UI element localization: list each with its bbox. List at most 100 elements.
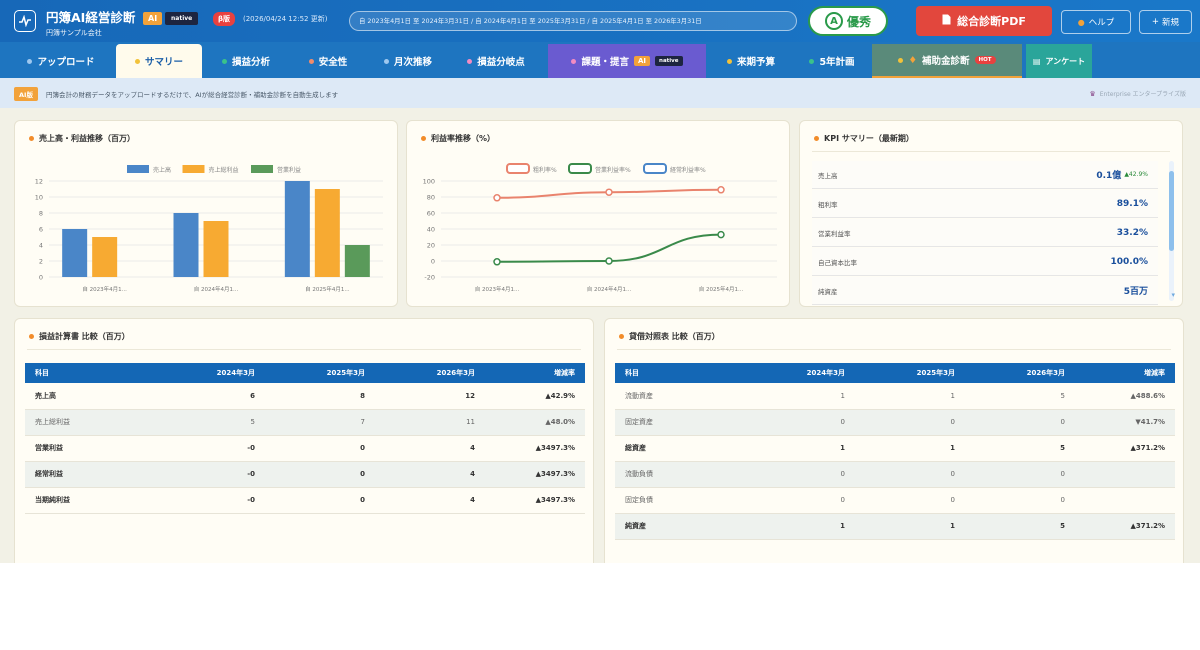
data-point: [493, 258, 501, 266]
tab-label: 来期予算: [736, 57, 775, 68]
kpi-item: 自己資本比率 100.0%: [812, 248, 1158, 276]
tab-dot-icon: [571, 58, 577, 64]
data-point: [605, 188, 613, 196]
column-header[interactable]: 増減率: [485, 363, 585, 383]
table-cell: -0: [155, 487, 265, 514]
table-row: 流動負債 0 0 0: [615, 461, 1175, 488]
table-cell: 1: [855, 513, 965, 540]
scroll-down-icon[interactable]: ▾: [1171, 291, 1175, 299]
pdf-export-button[interactable]: 総合診断PDF: [916, 6, 1052, 36]
document-icon: [942, 14, 951, 28]
table-cell: 1: [855, 435, 965, 462]
tab-issues[interactable]: 課題・提言 AI native: [548, 44, 706, 78]
tab-label: 安全性: [318, 57, 348, 68]
tab-dot-icon: [467, 58, 473, 64]
help-label: ヘルプ: [1088, 18, 1115, 28]
y-tick-label: -20: [424, 274, 435, 282]
title-dot-icon: [29, 334, 34, 339]
table-cell: 0: [965, 487, 1075, 514]
scroll-thumb[interactable]: [1169, 171, 1174, 251]
y-tick-label: 10: [35, 194, 43, 202]
table-header-row: 科目 2024年3月 2025年3月 2026年3月 増減率: [615, 363, 1175, 383]
y-tick-label: 100: [423, 178, 435, 186]
row-label: 流動資産: [615, 383, 745, 410]
y-tick-label: 40: [427, 226, 435, 234]
column-header[interactable]: 科目: [25, 363, 155, 383]
table-header-row: 科目 2024年3月 2025年3月 2026年3月 増減率: [25, 363, 585, 383]
y-tick-label: 6: [39, 226, 43, 234]
help-button[interactable]: ● ヘルプ: [1061, 10, 1131, 34]
tab-label: 5年計画: [819, 57, 855, 68]
bar: [173, 213, 199, 277]
data-point: [717, 230, 725, 239]
legend-swatch: [127, 165, 149, 173]
tab-monthly[interactable]: 月次推移: [370, 44, 446, 78]
tab-budget[interactable]: 来期予算: [710, 44, 792, 78]
kpi-item: 純資産 5百万: [812, 277, 1158, 305]
row-label: 固定資産: [615, 409, 745, 436]
company-name: 円簿サンプル会社: [46, 29, 102, 37]
kpi-list[interactable]: 売上高 0.1億 ▲42.9% 粗利率 89.1% 営業利益率 33.2% 自己資本比率 100…: [812, 161, 1158, 306]
table-row: 売上高 6 8 12 ▲42.9%: [25, 383, 585, 410]
table-cell: 1: [745, 435, 855, 462]
new-button[interactable]: + 新規: [1139, 10, 1192, 34]
tab-label: アンケート: [1045, 56, 1086, 66]
tab-label: 損益分岐点: [477, 57, 525, 68]
table-cell: 4: [375, 461, 485, 488]
tab-5year-plan[interactable]: 5年計画: [796, 44, 868, 78]
kpi-item: 粗利率 89.1%: [812, 190, 1158, 218]
tab-pl-analysis[interactable]: 損益分析: [206, 44, 286, 78]
tab-dot-icon: [221, 58, 227, 64]
grade-badge[interactable]: A 優秀: [808, 6, 888, 36]
kpi-title: KPI サマリー（最新期）: [824, 134, 914, 143]
kpi-label: 営業利益率: [818, 229, 851, 238]
tab-upload[interactable]: アップロード: [10, 44, 112, 78]
tab-breakeven[interactable]: 損益分岐点: [450, 44, 542, 78]
table-cell: 5: [965, 513, 1075, 540]
table-row: 経常利益 -0 0 4 ▲3497.3%: [25, 461, 585, 488]
table-row: 営業利益 -0 0 4 ▲3497.3%: [25, 435, 585, 462]
column-header[interactable]: 2025年3月: [265, 363, 375, 383]
legend-label: 売上高: [153, 166, 171, 174]
tab-safety[interactable]: 安全性: [290, 44, 366, 78]
table-row: 純資産 1 1 5 ▲371.2%: [615, 513, 1175, 540]
sales-profit-chart: 売上高 売上総利益 営業利益 0 2 4 6 8 10 12 自 2023年4月1... 自 2024…: [35, 165, 383, 293]
change-rate: ▲488.6%: [1075, 383, 1175, 410]
ai-badge: AI: [143, 12, 163, 25]
x-tick-label: 自 2024年4月1...: [194, 285, 239, 293]
kpi-scrollbar[interactable]: [1169, 161, 1174, 301]
pl-comparison-card: 損益計算書 比較（百万） 科目 2024年3月 2025年3月 2026年3月 増減率売…: [14, 318, 594, 563]
y-tick-label: 2: [39, 258, 43, 266]
column-header[interactable]: 2025年3月: [855, 363, 965, 383]
table-cell: 4: [375, 435, 485, 462]
table-cell: 0: [745, 487, 855, 514]
row-label: 純資産: [615, 513, 745, 540]
updated-timestamp: (2026/04/24 12:52 更新): [243, 15, 328, 23]
column-header[interactable]: 2026年3月: [375, 363, 485, 383]
card-title: 損益計算書 比較（百万）: [29, 331, 130, 342]
column-header[interactable]: 科目: [615, 363, 745, 383]
column-header[interactable]: 2024年3月: [745, 363, 855, 383]
fire-icon: ♦: [908, 54, 917, 66]
table-cell: 11: [375, 409, 485, 436]
table-cell: 4: [375, 487, 485, 514]
beta-badge: β版: [213, 12, 236, 26]
column-header[interactable]: 2024年3月: [155, 363, 265, 383]
divider: [812, 151, 1170, 152]
kpi-label: 純資産: [818, 287, 838, 296]
tab-summary[interactable]: サマリー: [116, 44, 202, 78]
tab-survey[interactable]: ▤ アンケート: [1026, 44, 1092, 78]
table-cell: -0: [155, 461, 265, 488]
column-header[interactable]: 増減率: [1075, 363, 1175, 383]
y-tick-label: 0: [431, 258, 435, 266]
column-header[interactable]: 2026年3月: [965, 363, 1075, 383]
bar: [62, 229, 88, 277]
table-cell: 1: [745, 383, 855, 410]
edition-link[interactable]: ♛ Enterprise エンタープライズ版: [1089, 89, 1186, 99]
x-tick-label: 自 2023年4月1...: [475, 285, 520, 293]
tab-subsidy[interactable]: ♦ 補助金診断 HOT: [872, 44, 1022, 78]
bar: [284, 181, 310, 277]
pl-table: 科目 2024年3月 2025年3月 2026年3月 増減率 売上高 6 8 12 ▲42.9% 売…: [25, 363, 585, 514]
table-cell: 5: [155, 409, 265, 436]
row-label: 流動負債: [615, 461, 745, 488]
